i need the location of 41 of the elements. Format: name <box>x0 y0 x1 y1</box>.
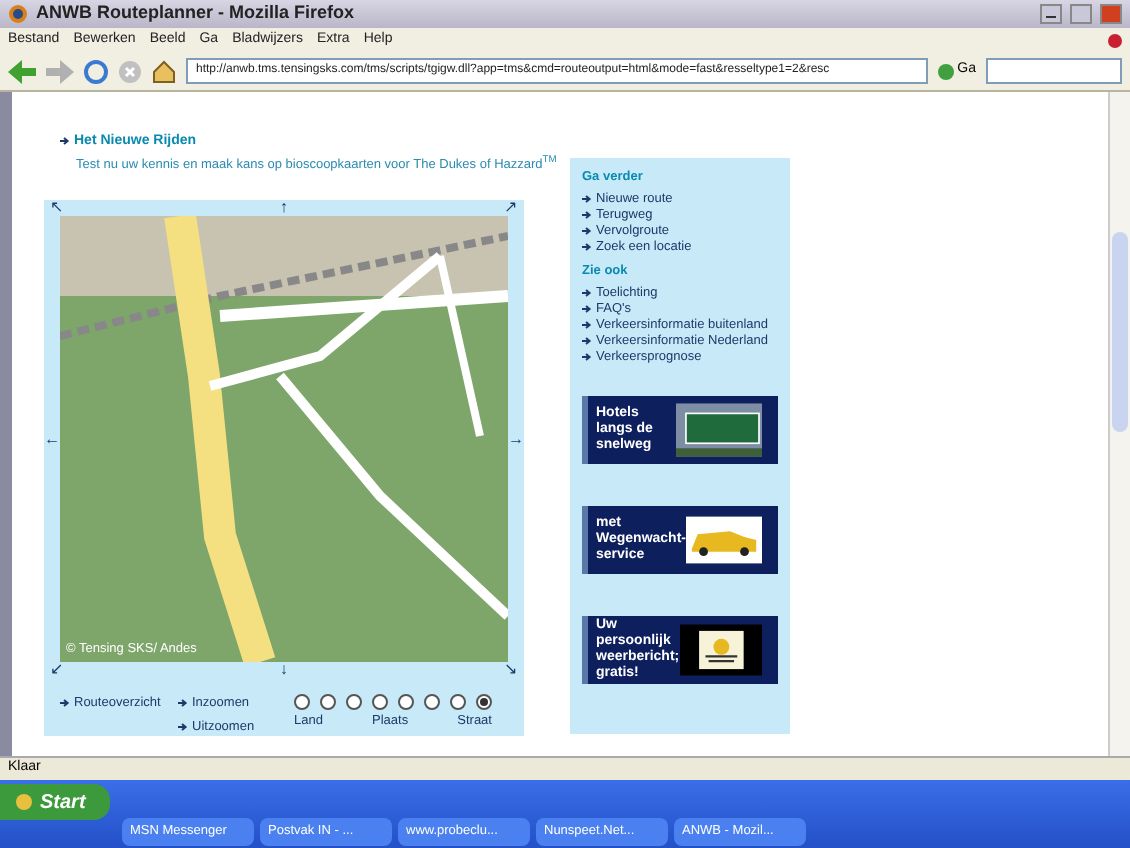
window-title: ANWB Routeplanner - Mozilla Firefox <box>36 0 357 27</box>
windows-flag-icon <box>16 794 32 810</box>
pan-arrow[interactable]: ↑ <box>280 200 288 217</box>
scrollbar[interactable] <box>1108 92 1130 756</box>
arrow-icon <box>582 335 592 346</box>
zoom-level-radio[interactable] <box>476 694 492 711</box>
reload-icon[interactable] <box>84 59 108 83</box>
arrow-icon <box>582 241 592 252</box>
pan-arrow[interactable]: ↘ <box>504 662 518 679</box>
home-icon[interactable] <box>152 59 176 83</box>
pan-arrow[interactable]: ↙ <box>50 662 64 679</box>
arrow-icon <box>582 319 592 330</box>
minimize-button[interactable] <box>1040 4 1062 24</box>
zoom-level-radio[interactable] <box>398 694 414 711</box>
zoom-level-radio[interactable] <box>346 694 362 711</box>
pan-arrow[interactable]: → <box>508 431 524 448</box>
search-field[interactable] <box>986 58 1122 84</box>
arrow-icon <box>582 287 592 298</box>
zoom-level-radio[interactable] <box>320 694 336 711</box>
zoom-level-radio[interactable] <box>450 694 466 711</box>
start-button[interactable]: Start <box>0 784 110 820</box>
road-sign-icon <box>675 397 762 462</box>
arrow-icon <box>582 209 592 220</box>
zoom-level-radio[interactable] <box>372 694 388 711</box>
pan-arrow[interactable]: ← <box>44 431 60 448</box>
zoom-level-radio[interactable] <box>294 694 310 711</box>
arrow-icon <box>582 193 592 204</box>
map-drawing[interactable] <box>60 216 508 663</box>
pan-arrow[interactable]: ↓ <box>280 662 288 679</box>
pan-arrow[interactable]: ↗ <box>504 200 518 217</box>
arrow-icon <box>60 698 70 709</box>
arrow-icon <box>582 225 592 236</box>
arrow-icon <box>178 721 188 732</box>
pan-arrow[interactable]: ↖ <box>50 200 64 217</box>
back-arrow-icon[interactable] <box>8 59 36 83</box>
arrow-icon <box>178 698 188 709</box>
arrow-icon <box>582 351 592 362</box>
zoom-level-radio[interactable] <box>424 694 440 711</box>
stop-indicator-icon <box>1108 33 1122 47</box>
arrow-icon <box>60 135 70 146</box>
arrow-icon <box>582 303 592 314</box>
